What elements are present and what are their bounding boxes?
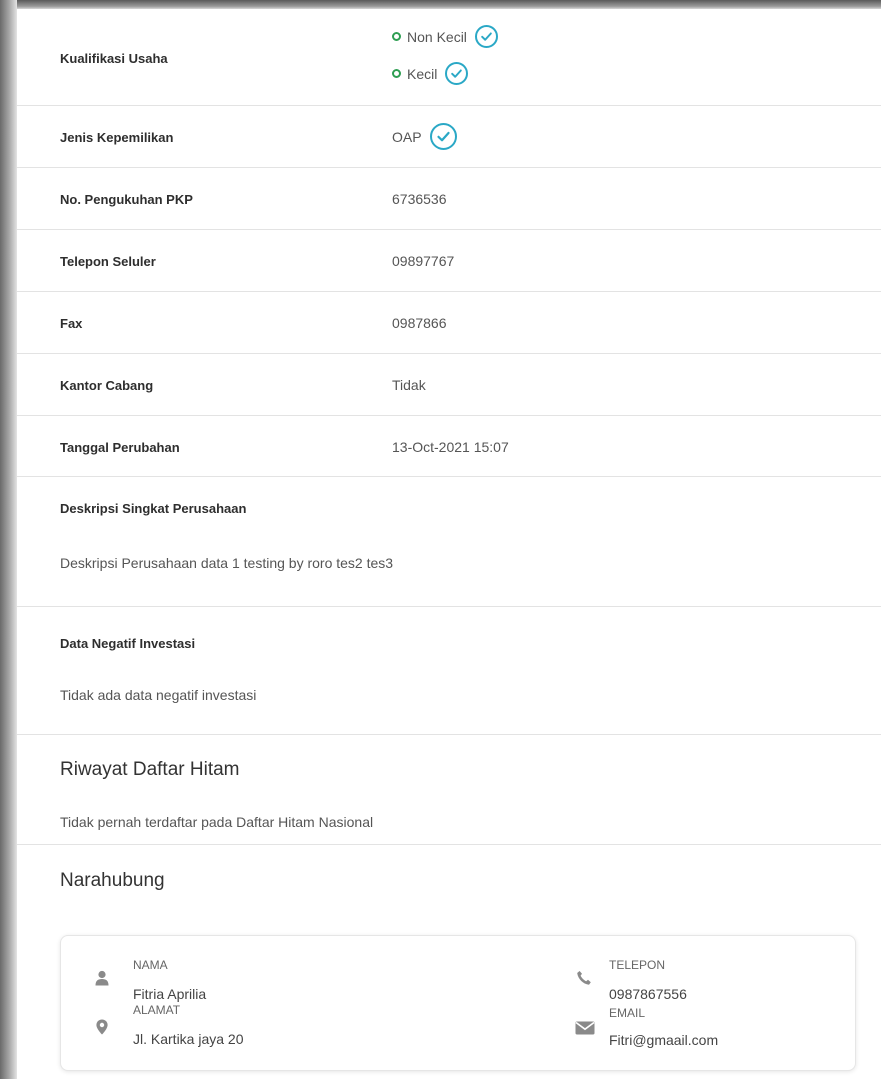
radio-icon (392, 32, 401, 41)
section-heading: Riwayat Daftar Hitam (60, 759, 240, 780)
row-value: 09897767 (392, 253, 455, 269)
envelope-icon (575, 1021, 595, 1035)
row-label: Tanggal Perubahan (60, 440, 180, 455)
alamat-value: Jl. Kartika jaya 20 (133, 1031, 244, 1047)
option-non-kecil: Non Kecil (392, 25, 498, 48)
telepon-value: 0987867556 (609, 986, 687, 1002)
check-circle-icon (445, 62, 469, 85)
row-label: Jenis Kepemilikan (60, 130, 174, 145)
row-value: 13-Oct-2021 15:07 (392, 439, 509, 455)
company-detail-panel: Kualifikasi Usaha Non Kecil Kecil Jenis … (17, 9, 881, 1079)
row-no-pengukuhan-pkp: No. Pengukuhan PKP 6736536 (17, 168, 881, 230)
phone-icon (577, 971, 591, 985)
option-label: Non Kecil (407, 28, 467, 45)
section-label: Deskripsi Singkat Perusahaan (60, 501, 247, 516)
row-value: OAP (392, 128, 422, 145)
check-circle-icon (474, 25, 498, 48)
section-riwayat-daftar-hitam: Riwayat Daftar Hitam Tidak pernah terdaf… (17, 735, 881, 845)
user-icon (95, 970, 109, 986)
row-label: Kantor Cabang (60, 378, 154, 393)
row-value: Tidak (392, 377, 426, 393)
option-label: Kecil (407, 65, 438, 82)
nama-value: Fitria Aprilia (133, 986, 207, 1002)
window-frame-top (0, 0, 881, 9)
value-with-check: OAP (392, 123, 457, 150)
section-data-negatif: Data Negatif Investasi Tidak ada data ne… (17, 607, 881, 735)
row-label: Kualifikasi Usaha (60, 51, 168, 66)
map-marker-icon (96, 1019, 108, 1035)
section-text: Tidak pernah terdaftar pada Daftar Hitam… (60, 814, 374, 830)
alamat-label: ALAMAT (133, 1003, 181, 1017)
telepon-label: TELEPON (609, 958, 666, 972)
row-label: Telepon Seluler (60, 254, 156, 269)
row-fax: Fax 0987866 (17, 292, 881, 354)
section-text: Tidak ada data negatif investasi (60, 687, 257, 703)
narahubung-heading: Narahubung (60, 870, 165, 891)
row-kantor-cabang: Kantor Cabang Tidak (17, 354, 881, 416)
section-label: Data Negatif Investasi (60, 636, 196, 651)
row-jenis-kepemilikan: Jenis Kepemilikan OAP (17, 106, 881, 168)
option-kecil: Kecil (392, 62, 469, 85)
email-value: Fitri@gmaail.com (609, 1032, 719, 1048)
check-circle-icon (429, 123, 457, 150)
row-label: No. Pengukuhan PKP (60, 192, 193, 207)
section-deskripsi: Deskripsi Singkat Perusahaan Deskripsi P… (17, 477, 881, 607)
radio-icon (392, 69, 401, 78)
narahubung-card: NAMA Fitria Aprilia ALAMAT Jl. Kartika j… (60, 935, 856, 1071)
email-label: EMAIL (609, 1006, 646, 1020)
row-label: Fax (60, 316, 83, 331)
row-value: 0987866 (392, 315, 447, 331)
window-frame-left (0, 0, 17, 1079)
row-tanggal-perubahan: Tanggal Perubahan 13-Oct-2021 15:07 (17, 416, 881, 477)
nama-label: NAMA (133, 958, 168, 972)
row-kualifikasi-usaha: Kualifikasi Usaha Non Kecil Kecil (17, 9, 881, 106)
row-telepon-seluler: Telepon Seluler 09897767 (17, 230, 881, 292)
row-value: 6736536 (392, 191, 447, 207)
section-text: Deskripsi Perusahaan data 1 testing by r… (60, 555, 394, 571)
